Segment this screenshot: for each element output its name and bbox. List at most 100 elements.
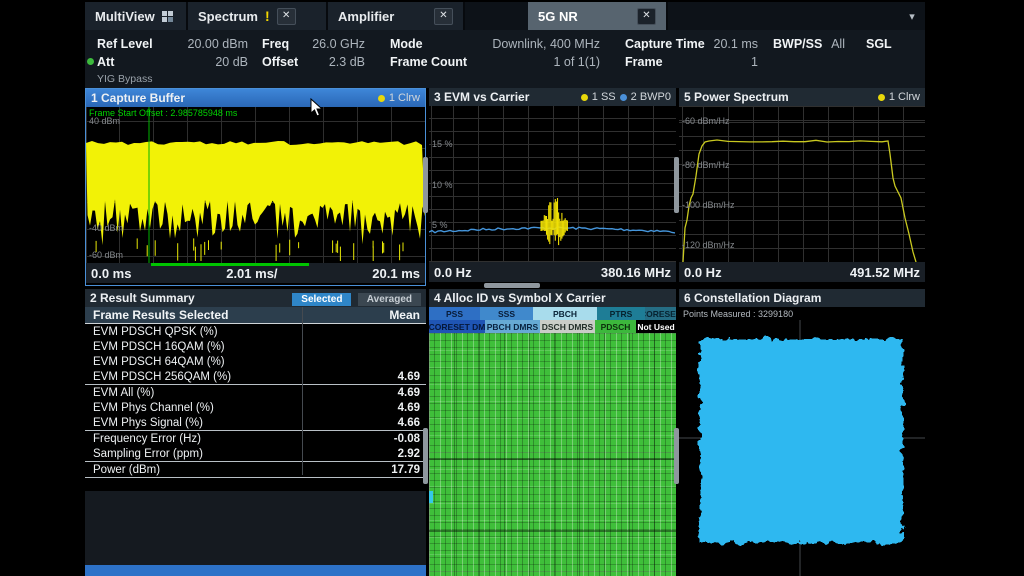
legend-item: SSS <box>480 307 533 320</box>
close-icon[interactable]: ✕ <box>637 8 656 25</box>
field-ref-level[interactable]: Ref Level 20.00 dBm <box>97 37 248 51</box>
channel-tab-bar: MultiView Spectrum ! ✕ Amplifier ✕ 5G NR… <box>85 2 925 30</box>
selected-view-button[interactable]: Selected <box>292 293 351 306</box>
vertical-splitter-grip[interactable] <box>674 157 679 213</box>
chevron-down-icon: ▾ <box>909 10 915 23</box>
sgl-indicator[interactable]: SGL <box>866 37 892 51</box>
window-result-summary[interactable]: 2 Result Summary Selected Averaged Frame… <box>85 289 426 576</box>
alloc-id-resource-grid[interactable] <box>429 333 676 576</box>
analysis-interval-marker <box>151 263 309 266</box>
horizontal-splitter-grip[interactable] <box>484 283 540 288</box>
tab-overflow-button[interactable]: ▾ <box>899 2 925 30</box>
y-axis-label: -120 dBm/Hz <box>682 240 735 250</box>
x-axis-scale: 2.01 ms/ <box>226 266 277 281</box>
horizontal-scrollbar[interactable] <box>85 565 426 576</box>
vertical-splitter-grip[interactable] <box>423 428 428 484</box>
capture-buffer-plot[interactable]: Frame Start Offset : 2.985785948 ms 40 d… <box>86 107 425 263</box>
window-title: 4 Alloc ID vs Symbol X Carrier <box>434 291 606 305</box>
averaged-view-button[interactable]: Averaged <box>358 293 421 306</box>
legend-item: DSCH DMRS <box>540 320 595 333</box>
window-title: 6 Constellation Diagram <box>684 291 821 305</box>
window-power-spectrum[interactable]: 5 Power Spectrum 1 Clrw -60 dBm/Hz -80 d… <box>679 88 925 286</box>
result-summary-empty-area <box>85 491 426 565</box>
x-axis-stop: 491.52 MHz <box>850 265 920 280</box>
field-bwp-ss[interactable]: BWP/SS All <box>773 37 845 51</box>
constellation-points-cloud <box>700 339 903 543</box>
field-mode[interactable]: Mode Downlink, 400 MHz <box>390 37 600 51</box>
tabbar-spacer <box>465 2 528 30</box>
trace1-label: 1 SS <box>592 91 616 103</box>
points-measured-label: Points Measured : 3299180 <box>683 309 793 319</box>
tab-multiview[interactable]: MultiView <box>85 2 188 30</box>
capture-buffer-x-axis: 0.0 ms 2.01 ms/ 20.1 ms <box>86 263 425 283</box>
multiview-grid-icon <box>162 11 173 22</box>
field-att[interactable]: Att 20 dB <box>97 55 248 69</box>
trace1-label: 1 Clrw <box>389 92 420 104</box>
tab-multiview-label: MultiView <box>95 9 155 24</box>
power-spectrum-x-axis: 0.0 Hz 491.52 MHz <box>679 262 925 282</box>
table-row: EVM All (%)4.69 <box>85 384 426 400</box>
trace1-dot-icon <box>878 94 885 101</box>
window-title: 5 Power Spectrum <box>684 90 789 104</box>
window-title: 3 EVM vs Carrier <box>434 90 529 104</box>
warning-icon: ! <box>265 8 270 24</box>
field-offset[interactable]: Offset 2.3 dB <box>262 55 365 69</box>
power-spectrum-titlebar[interactable]: 5 Power Spectrum 1 Clrw <box>679 88 925 106</box>
trace1-dot-icon <box>581 94 588 101</box>
capture-buffer-titlebar[interactable]: 1 Capture Buffer 1 Clrw <box>86 89 425 107</box>
window-constellation[interactable]: 6 Constellation Diagram Points Measured … <box>679 289 925 576</box>
att-status-led <box>87 58 94 65</box>
window-alloc-id[interactable]: 4 Alloc ID vs Symbol X Carrier PSS SSS P… <box>429 289 676 576</box>
tab-spectrum[interactable]: Spectrum ! ✕ <box>188 2 328 30</box>
power-spectrum-plot[interactable]: -60 dBm/Hz -80 dBm/Hz -100 dBm/Hz -120 d… <box>679 106 925 262</box>
table-row: Sampling Error (ppm)2.92 <box>85 446 426 461</box>
table-row: EVM PDSCH 256QAM (%)4.69 <box>85 369 426 384</box>
view-switch: Selected Averaged <box>289 291 421 305</box>
table-row: EVM Phys Channel (%)4.69 <box>85 400 426 415</box>
vertical-splitter-grip[interactable] <box>674 428 679 484</box>
window-title: 2 Result Summary <box>90 291 195 305</box>
field-freq[interactable]: Freq 26.0 GHz <box>262 37 365 51</box>
y-axis-label: -60 dBm <box>89 250 123 260</box>
field-capture-time[interactable]: Capture Time 20.1 ms <box>625 37 758 51</box>
table-row: EVM PDSCH 16QAM (%) <box>85 339 426 354</box>
x-axis-start: 0.0 Hz <box>684 265 722 280</box>
constellation-titlebar[interactable]: 6 Constellation Diagram <box>679 289 925 307</box>
evm-traces <box>429 106 676 262</box>
x-axis-start: 0.0 Hz <box>434 265 472 280</box>
ss-burst-marker <box>429 491 433 503</box>
y-axis-label: -100 dBm/Hz <box>682 200 735 210</box>
trace-legend: 1 Clrw <box>378 92 420 104</box>
window-capture-buffer[interactable]: 1 Capture Buffer 1 Clrw Frame Start Offs… <box>85 88 426 286</box>
evm-plot[interactable]: 15 % 10 % 5 % <box>429 106 676 262</box>
constellation-plot[interactable] <box>679 307 925 576</box>
close-icon[interactable]: ✕ <box>277 8 296 25</box>
legend-item: PTRS <box>597 307 645 320</box>
alloc-id-titlebar[interactable]: 4 Alloc ID vs Symbol X Carrier <box>429 289 676 307</box>
result-summary-titlebar[interactable]: 2 Result Summary Selected Averaged <box>85 289 426 307</box>
x-axis-stop: 380.16 MHz <box>601 265 671 280</box>
x-axis-stop: 20.1 ms <box>372 266 420 281</box>
field-frame-count[interactable]: Frame Count 1 of 1(1) <box>390 55 600 69</box>
evm-titlebar[interactable]: 3 EVM vs Carrier 1 SS 2 BWP0 <box>429 88 676 106</box>
field-frame[interactable]: Frame 1 <box>625 55 758 69</box>
legend-item: PDSCH <box>595 320 636 333</box>
tab-5g-nr[interactable]: 5G NR ✕ <box>528 2 668 30</box>
trace2-label: 2 BWP0 <box>631 91 671 103</box>
close-icon[interactable]: ✕ <box>434 8 453 25</box>
legend-item: CORESET DM <box>429 320 485 333</box>
tab-amplifier[interactable]: Amplifier ✕ <box>328 2 465 30</box>
tab-spectrum-label: Spectrum <box>198 9 258 24</box>
window-evm-vs-carrier[interactable]: 3 EVM vs Carrier 1 SS 2 BWP0 15 % 10 % 5… <box>429 88 676 286</box>
column-header: Frame Results Selected <box>93 308 228 322</box>
tab-amplifier-label: Amplifier <box>338 9 394 24</box>
legend-item: PSS <box>429 307 480 320</box>
table-row: EVM PDSCH QPSK (%) <box>85 324 426 339</box>
trace-legend: 1 Clrw <box>878 91 920 103</box>
frame-start-offset-annotation: Frame Start Offset : 2.985785948 ms <box>89 108 237 118</box>
y-axis-label: 15 % <box>432 139 453 149</box>
trace1-label: 1 Clrw <box>889 91 920 103</box>
vertical-splitter-grip[interactable] <box>423 157 428 213</box>
mouse-cursor <box>310 98 324 118</box>
y-axis-label: -40 dBm <box>89 223 123 233</box>
